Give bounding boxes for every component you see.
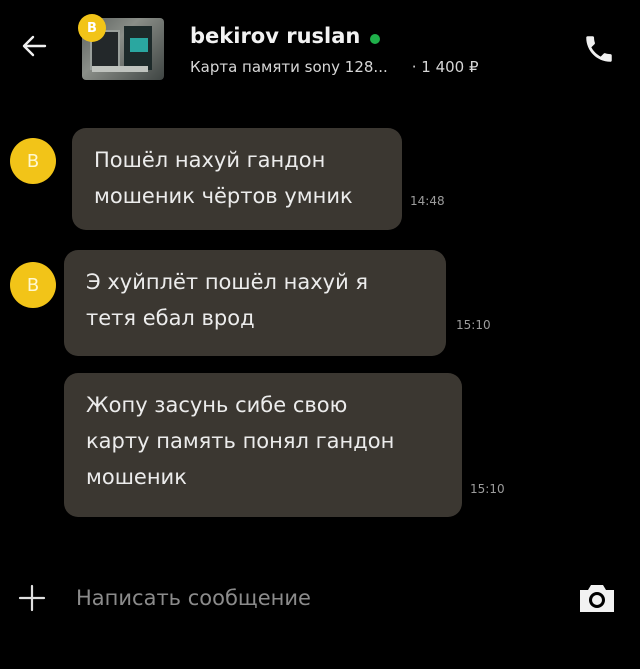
seller-avatar-badge: B bbox=[78, 14, 106, 42]
message-bubble[interactable]: Жопу засунь сибе свою карту память понял… bbox=[64, 373, 462, 517]
message-text: Жопу засунь сибе свою карту память понял… bbox=[86, 393, 395, 489]
message-time: 15:10 bbox=[470, 482, 505, 496]
listing-subtitle: Карта памяти sony 128... · 1 400 ₽ bbox=[190, 58, 479, 76]
camera-icon bbox=[580, 585, 614, 612]
back-button[interactable] bbox=[14, 26, 54, 66]
message-text: Э хуйплёт пошёл нахуй я тетя ебал врод bbox=[86, 270, 369, 330]
message-text: Пошёл нахуй гандон мошеник чёртов умник bbox=[94, 148, 353, 208]
plus-icon bbox=[18, 584, 46, 612]
message-bubble[interactable]: Э хуйплёт пошёл нахуй я тетя ебал врод bbox=[64, 250, 446, 356]
listing-title: Карта памяти sony 128... bbox=[190, 58, 388, 76]
arrow-left-icon bbox=[22, 35, 47, 57]
attach-button[interactable] bbox=[14, 580, 50, 616]
message-time: 14:48 bbox=[410, 194, 445, 208]
chat-header: B bekirov ruslan Карта памяти sony 128..… bbox=[0, 0, 640, 100]
message-bubble[interactable]: Пошёл нахуй гандон мошеник чёртов умник bbox=[72, 128, 402, 230]
message-time: 15:10 bbox=[456, 318, 491, 332]
camera-button[interactable] bbox=[574, 578, 620, 618]
listing-price: · 1 400 ₽ bbox=[411, 58, 479, 76]
sender-avatar[interactable]: B bbox=[10, 138, 56, 184]
contact-name: bekirov ruslan bbox=[190, 24, 361, 48]
online-status-dot bbox=[370, 33, 381, 44]
phone-icon bbox=[586, 36, 612, 62]
call-button[interactable] bbox=[576, 26, 622, 72]
sender-avatar[interactable]: B bbox=[10, 262, 56, 308]
message-input[interactable] bbox=[76, 578, 536, 618]
message-composer bbox=[0, 568, 640, 628]
chat-title[interactable]: bekirov ruslan Карта памяти sony 128... ·… bbox=[190, 24, 479, 76]
